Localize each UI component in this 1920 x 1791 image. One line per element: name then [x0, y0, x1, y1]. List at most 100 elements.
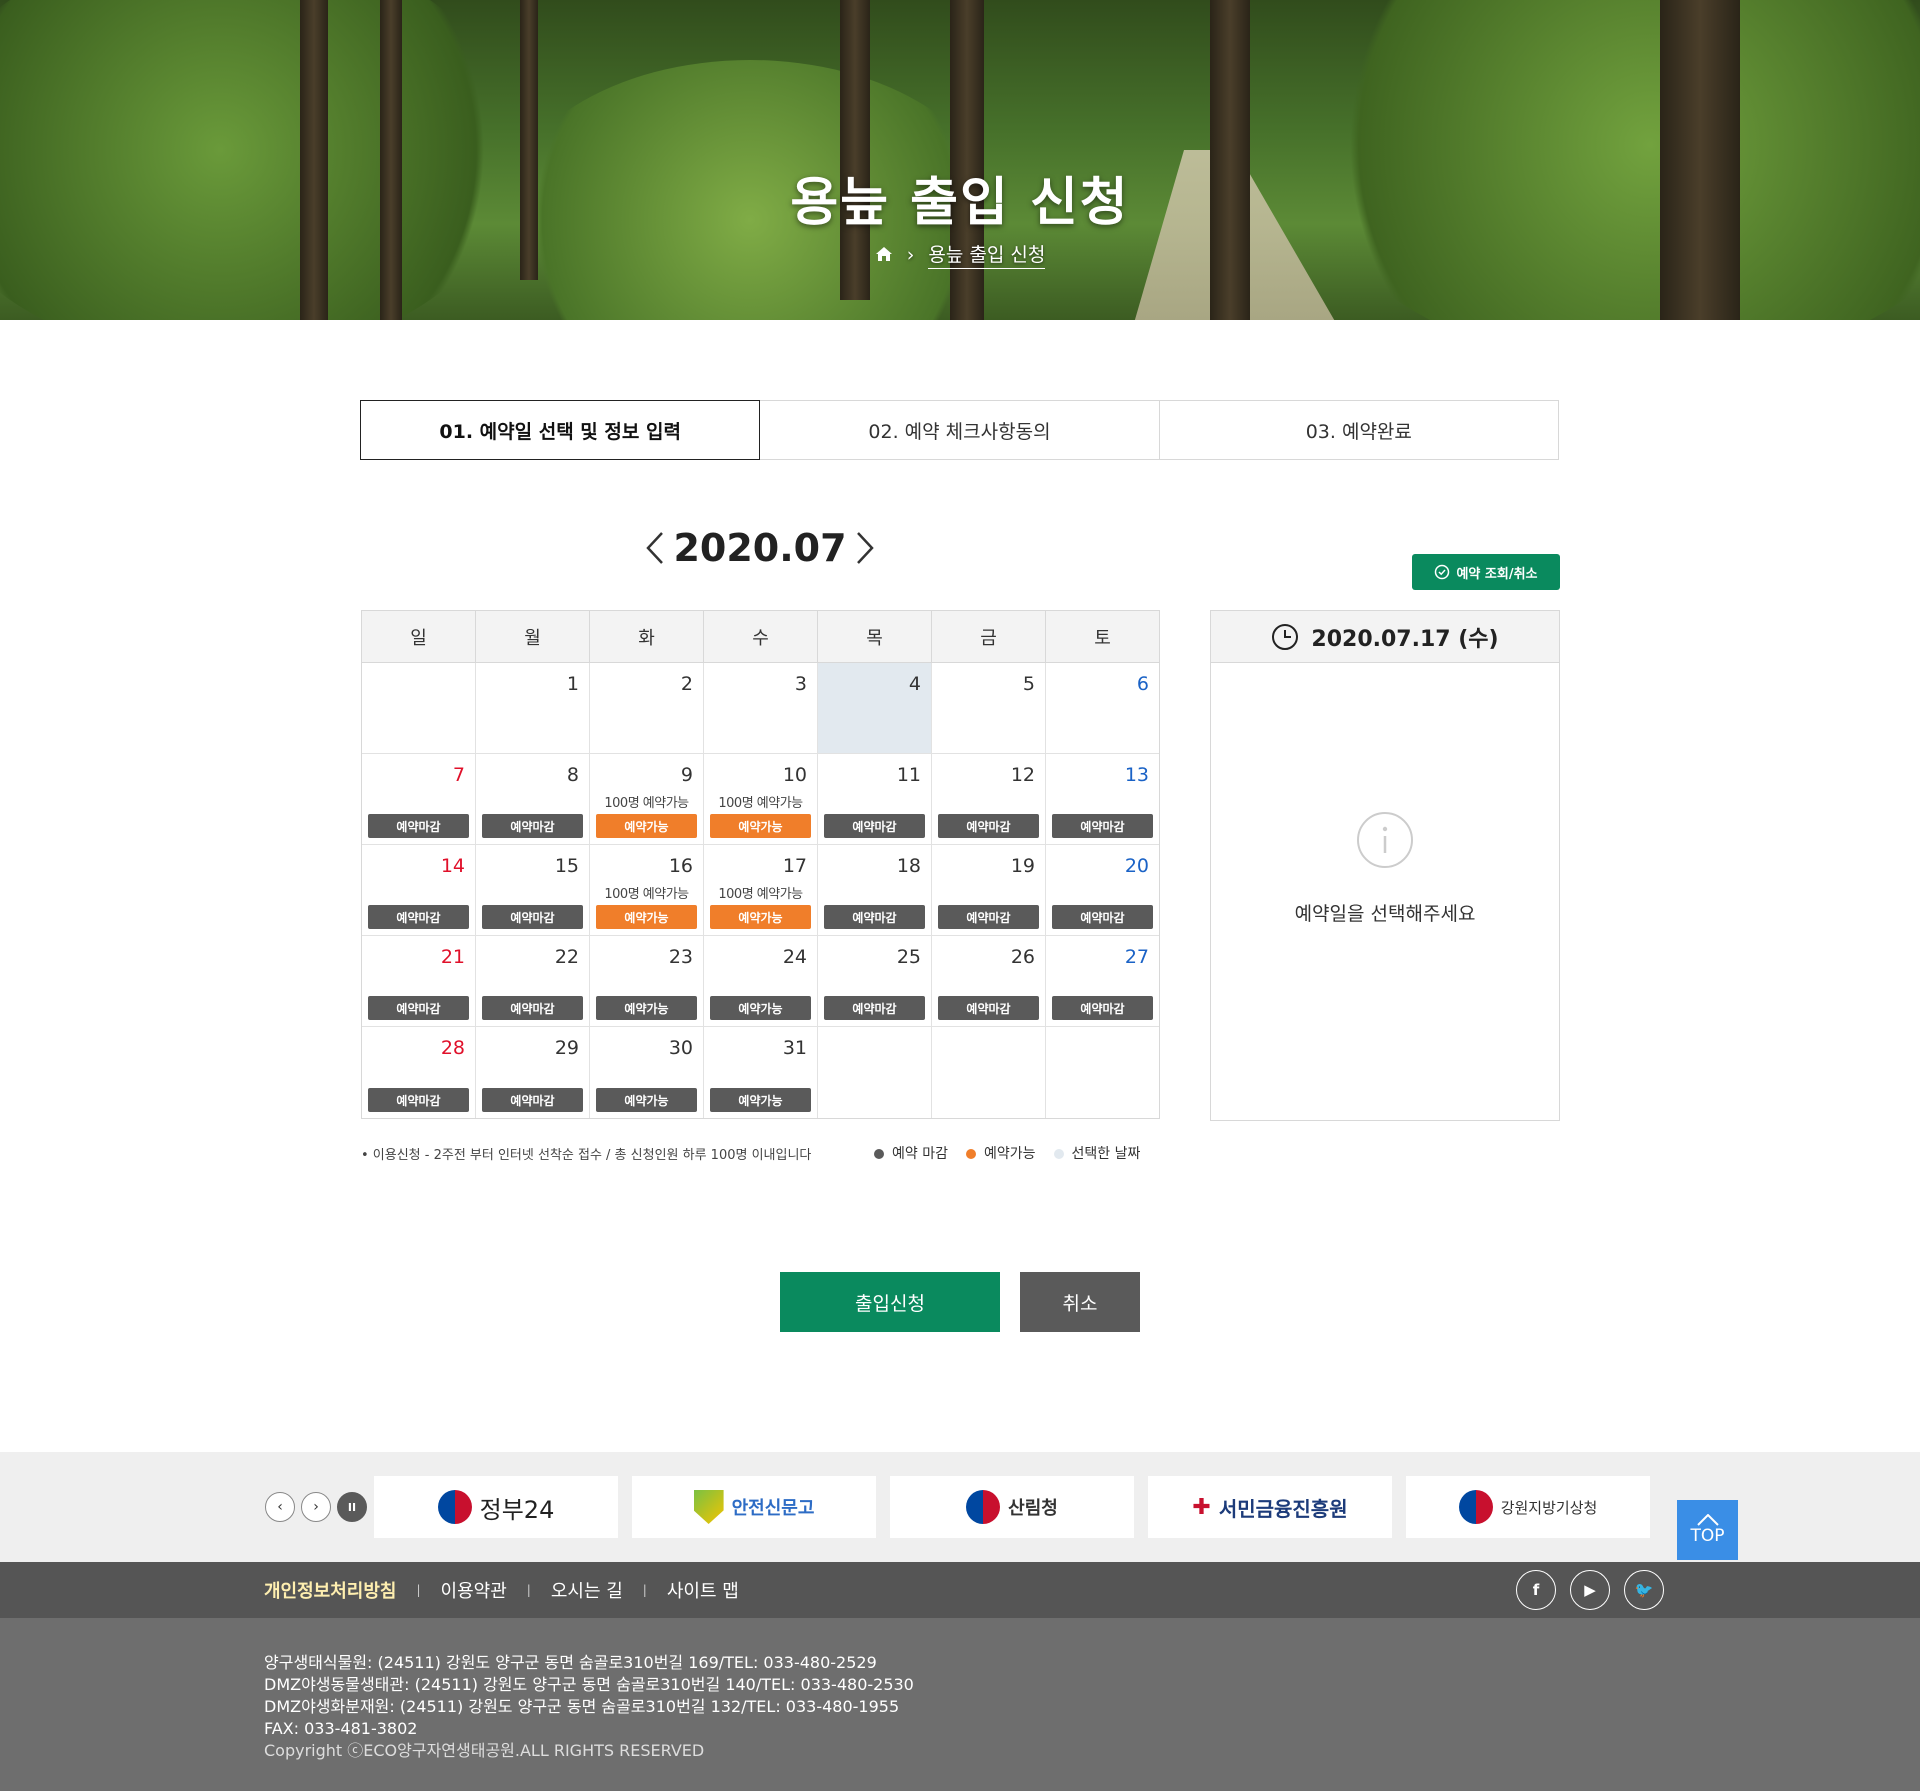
- pause-icon: II: [347, 1500, 357, 1514]
- reserve-status-badge[interactable]: 예약마감: [938, 814, 1039, 838]
- calendar-day[interactable]: 22 예약마감: [476, 936, 590, 1026]
- calendar-day[interactable]: 15 예약마감: [476, 845, 590, 935]
- banner-safety-report[interactable]: 안전신문고: [632, 1476, 876, 1538]
- calendar-day[interactable]: 4: [818, 663, 932, 753]
- calendar-day[interactable]: 13 예약마감: [1046, 754, 1159, 844]
- reserve-status-badge[interactable]: 예약마감: [938, 996, 1039, 1020]
- reserve-open-badge[interactable]: 예약가능: [710, 905, 811, 929]
- youtube-icon[interactable]: ▶: [1570, 1570, 1610, 1610]
- reserve-open-badge[interactable]: 예약가능: [710, 814, 811, 838]
- facebook-icon[interactable]: f: [1516, 1570, 1556, 1610]
- calendar-day[interactable]: 24 예약가능: [704, 936, 818, 1026]
- day-number: 7: [452, 764, 465, 786]
- sitemap-link[interactable]: 사이트 맵: [667, 1577, 739, 1603]
- banner-gov24[interactable]: 정부24: [374, 1476, 618, 1538]
- reserve-status-badge[interactable]: 예약마감: [824, 814, 925, 838]
- calendar-day[interactable]: 8 예약마감: [476, 754, 590, 844]
- calendar-day[interactable]: 5: [932, 663, 1046, 753]
- reserve-status-badge[interactable]: 예약마감: [1052, 996, 1153, 1020]
- calendar-day[interactable]: 14 예약마감: [362, 845, 476, 935]
- reserve-status-badge[interactable]: 예약마감: [482, 905, 583, 929]
- day-number: 11: [896, 764, 921, 786]
- banner-forest-service[interactable]: 산림청: [890, 1476, 1134, 1538]
- reserve-status-badge[interactable]: 예약마감: [482, 996, 583, 1020]
- calendar-empty-day: [932, 1027, 1046, 1118]
- reserve-open-badge[interactable]: 예약가능: [596, 814, 697, 838]
- calendar-day[interactable]: 28 예약마감: [362, 1027, 476, 1118]
- gov-emblem-icon: [1458, 1490, 1493, 1524]
- calendar-day[interactable]: 29 예약마감: [476, 1027, 590, 1118]
- reservation-calendar: 일 월 화 수 목 금 토 1 2 3 4 5 6 7 예약마감 8 예약마감 9 100명 예약가능…: [361, 610, 1160, 1119]
- legend: 예약 마감 예약가능 선택한 날짜: [874, 1143, 1140, 1163]
- calendar-day[interactable]: 7 예약마감: [362, 754, 476, 844]
- terms-link[interactable]: 이용약관: [441, 1577, 507, 1603]
- reserve-status-badge[interactable]: 예약마감: [482, 1088, 583, 1112]
- breadcrumb-current[interactable]: 용늪 출입 신청: [928, 244, 1046, 269]
- prev-month-button[interactable]: [640, 528, 670, 568]
- scroll-top-button[interactable]: TOP: [1677, 1500, 1738, 1560]
- calendar-day[interactable]: 21 예약마감: [362, 936, 476, 1026]
- calendar-day[interactable]: 19 예약마감: [932, 845, 1046, 935]
- calendar-day[interactable]: 2: [590, 663, 704, 753]
- reserve-status-badge[interactable]: 예약가능: [710, 996, 811, 1020]
- chevron-up-icon: [1696, 1514, 1719, 1526]
- calendar-day[interactable]: 1: [476, 663, 590, 753]
- banner-next-button[interactable]: ›: [301, 1492, 331, 1522]
- day-number: 30: [668, 1037, 693, 1059]
- calendar-day[interactable]: 23 예약가능: [590, 936, 704, 1026]
- reserve-status-badge[interactable]: 예약마감: [368, 814, 469, 838]
- reserve-status-badge[interactable]: 예약가능: [596, 1088, 697, 1112]
- calendar-day[interactable]: 9 100명 예약가능 예약가능: [590, 754, 704, 844]
- copyright: Copyright ⓒECO양구자연생태공원.ALL RIGHTS RESERV…: [264, 1741, 705, 1760]
- reserve-open-badge[interactable]: 예약가능: [596, 905, 697, 929]
- reserve-status-badge[interactable]: 예약마감: [938, 905, 1039, 929]
- social-links: f ▶ 🐦: [1516, 1570, 1664, 1610]
- banner-prev-button[interactable]: ‹: [265, 1492, 295, 1522]
- calendar-day[interactable]: 30 예약가능: [590, 1027, 704, 1118]
- gov-emblem-icon: [966, 1490, 1001, 1524]
- banner-weather-office[interactable]: 강원지방기상청: [1406, 1476, 1650, 1538]
- calendar-day[interactable]: 6: [1046, 663, 1159, 753]
- day-number: 13: [1124, 764, 1149, 786]
- day-number: 22: [554, 946, 579, 968]
- calendar-empty-day: [362, 663, 476, 753]
- calendar-day[interactable]: 25 예약마감: [818, 936, 932, 1026]
- calendar-day[interactable]: 16 100명 예약가능 예약가능: [590, 845, 704, 935]
- cancel-button[interactable]: 취소: [1020, 1272, 1140, 1332]
- reserve-status-badge[interactable]: 예약마감: [368, 905, 469, 929]
- calendar-day[interactable]: 31 예약가능: [704, 1027, 818, 1118]
- calendar-day[interactable]: 20 예약마감: [1046, 845, 1159, 935]
- banner-finance-agency[interactable]: ✚ 서민금융진흥원: [1148, 1476, 1392, 1538]
- reserve-status-badge[interactable]: 예약가능: [596, 996, 697, 1020]
- calendar-day[interactable]: 27 예약마감: [1046, 936, 1159, 1026]
- banner-weather-office-label: 강원지방기상청: [1500, 1498, 1598, 1517]
- directions-link[interactable]: 오시는 길: [551, 1577, 623, 1603]
- banner-pause-button[interactable]: II: [337, 1492, 367, 1522]
- lookup-cancel-button[interactable]: 예약 조회/취소: [1412, 554, 1560, 590]
- calendar-day[interactable]: 12 예약마감: [932, 754, 1046, 844]
- apply-button[interactable]: 출입신청: [780, 1272, 1000, 1332]
- calendar-day[interactable]: 17 100명 예약가능 예약가능: [704, 845, 818, 935]
- day-availability: 100명 예약가능: [604, 796, 689, 811]
- next-month-button[interactable]: [850, 528, 880, 568]
- reserve-status-badge[interactable]: 예약마감: [368, 1088, 469, 1112]
- reserve-status-badge[interactable]: 예약마감: [1052, 814, 1153, 838]
- reserve-status-badge[interactable]: 예약마감: [824, 996, 925, 1020]
- twitter-icon[interactable]: 🐦: [1624, 1570, 1664, 1610]
- reserve-status-badge[interactable]: 예약마감: [1052, 905, 1153, 929]
- home-icon[interactable]: [875, 245, 893, 267]
- calendar-day[interactable]: 10 100명 예약가능 예약가능: [704, 754, 818, 844]
- day-number: 27: [1124, 946, 1149, 968]
- divider: |: [642, 1583, 647, 1597]
- reserve-status-badge[interactable]: 예약마감: [824, 905, 925, 929]
- calendar-day[interactable]: 3: [704, 663, 818, 753]
- privacy-policy-link[interactable]: 개인정보처리방침: [264, 1577, 396, 1603]
- calendar-day[interactable]: 26 예약마감: [932, 936, 1046, 1026]
- weekday-sun: 일: [362, 611, 476, 662]
- reserve-status-badge[interactable]: 예약마감: [368, 996, 469, 1020]
- calendar-day[interactable]: 18 예약마감: [818, 845, 932, 935]
- reserve-status-badge[interactable]: 예약마감: [482, 814, 583, 838]
- day-number: 25: [896, 946, 921, 968]
- calendar-day[interactable]: 11 예약마감: [818, 754, 932, 844]
- reserve-status-badge[interactable]: 예약가능: [710, 1088, 811, 1112]
